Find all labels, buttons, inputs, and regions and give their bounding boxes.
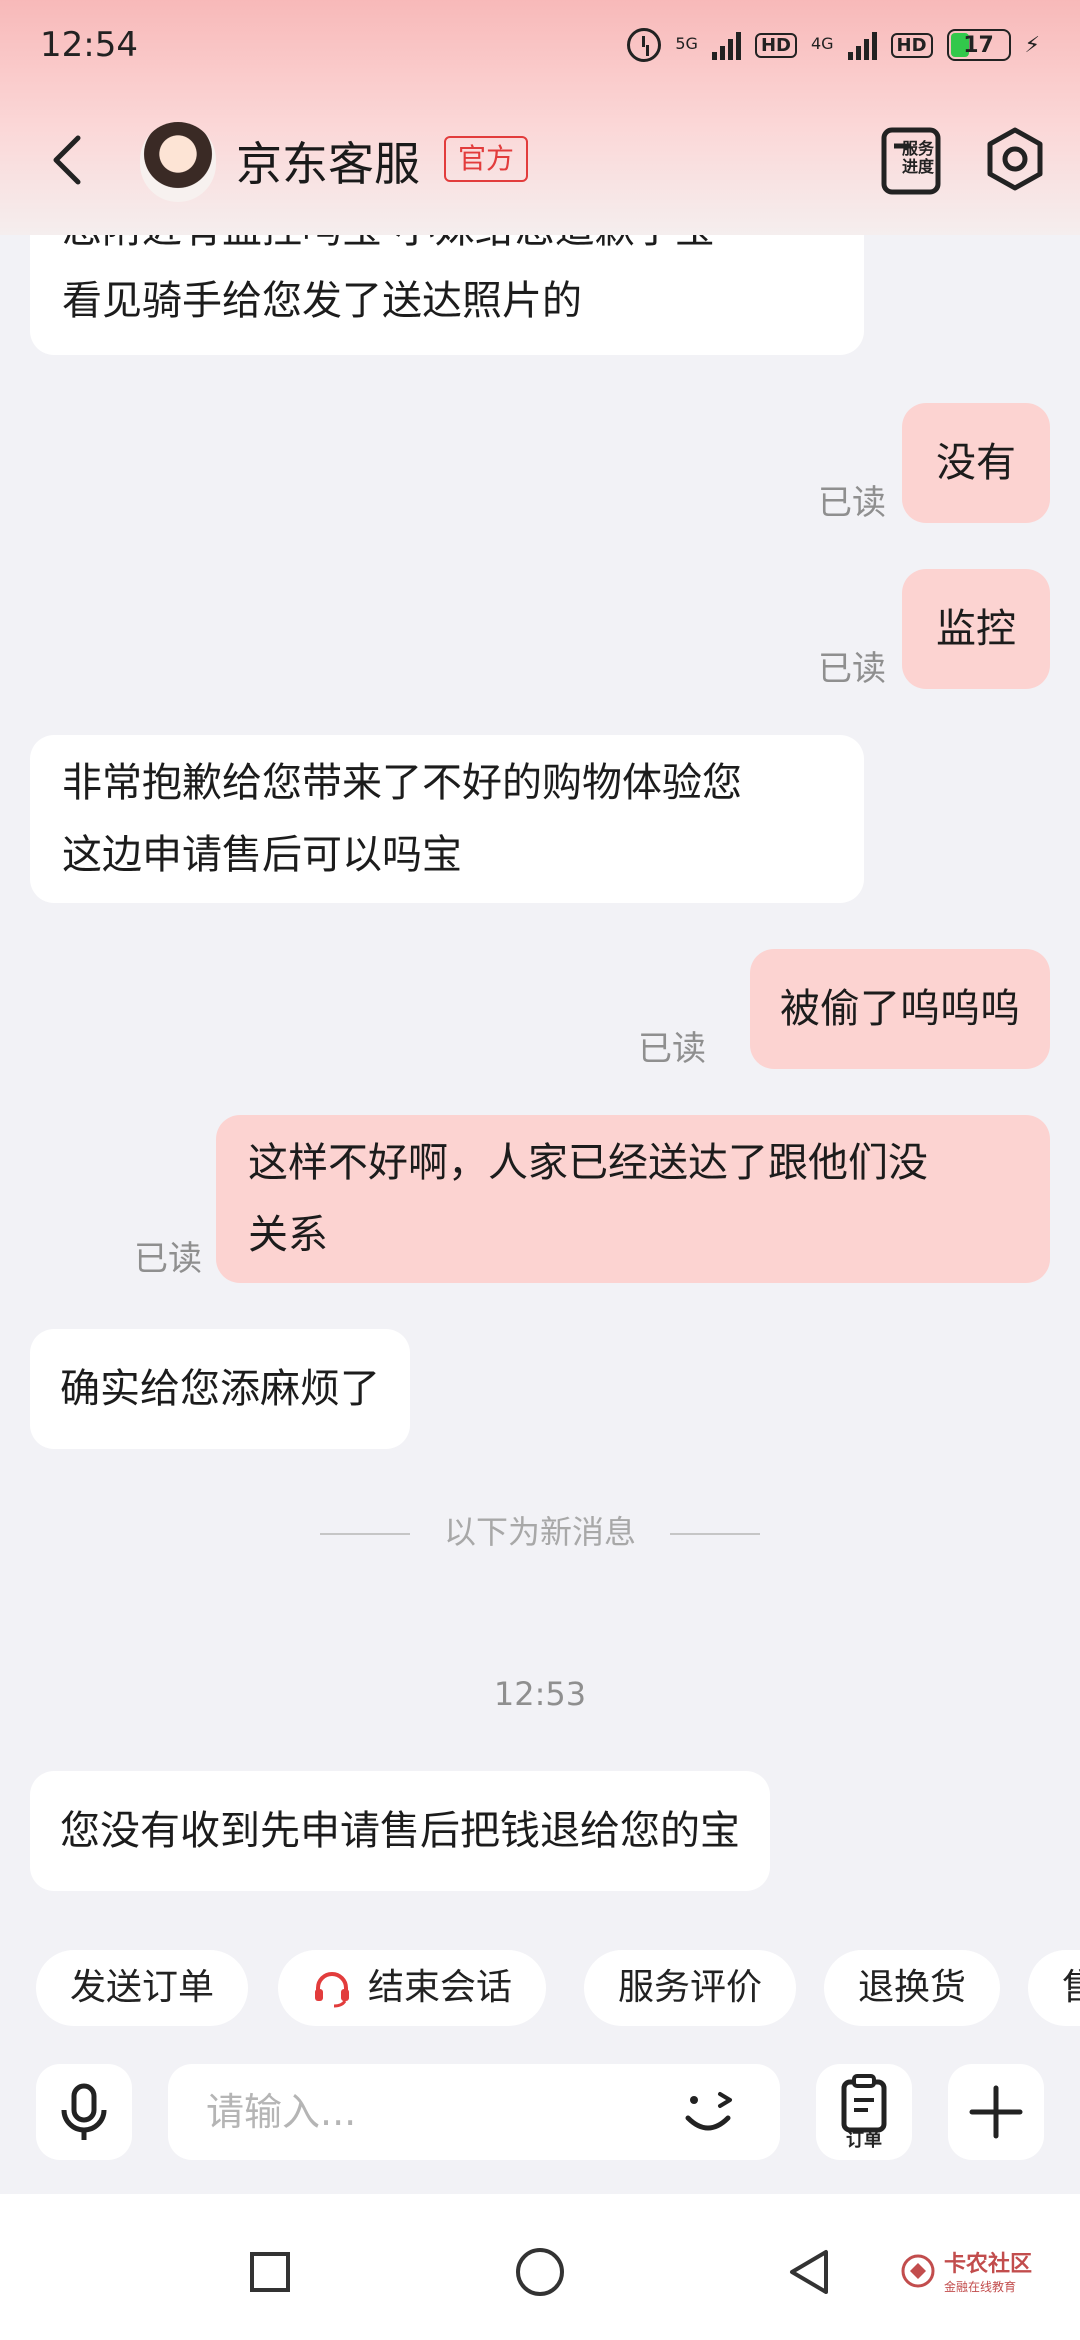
network-label-4g: 4G <box>810 34 834 53</box>
read-receipt: 已读 <box>134 1239 202 1279</box>
system-navigation-bar: 卡农社区 金融在线教育 <box>0 2194 1080 2340</box>
watermark: 卡农社区 金融在线教育 <box>900 2246 1032 2295</box>
charging-icon: ⚡ <box>1024 32 1040 58</box>
message-incoming[interactable]: 确实给您添麻烦了 <box>30 1329 410 1449</box>
quick-action-more[interactable]: 售 <box>1028 1950 1080 2026</box>
battery-level: 17 <box>963 32 994 58</box>
quick-action-send-order[interactable]: 发送订单 <box>36 1950 249 2026</box>
message-text: 确实给您添麻烦了 <box>60 1366 380 1412</box>
agent-avatar[interactable] <box>140 122 216 202</box>
chip-label: 结束会话 <box>368 1967 513 2008</box>
circle-icon <box>516 2248 564 2296</box>
settings-icon <box>987 127 1043 191</box>
square-icon <box>250 2252 290 2292</box>
read-receipt: 已读 <box>638 1029 706 1069</box>
message-incoming[interactable]: 您没有收到先申请售后把钱退给您的宝 <box>30 1771 770 1891</box>
message-outgoing[interactable]: 这样不好啊，人家已经送达了跟他们没 关系 <box>216 1115 1050 1283</box>
back-arrow-icon <box>53 135 81 185</box>
message-text: 没有 <box>936 440 1016 486</box>
quick-action-service-review[interactable]: 服务评价 <box>584 1950 797 2026</box>
divider-line <box>319 1533 410 1535</box>
message-text: 监控 <box>936 606 1016 652</box>
home-button[interactable] <box>510 2242 570 2302</box>
message-timestamp: 12:53 <box>493 1675 587 1713</box>
message-line: 您附近有监控吗宝 小妹给您道歉了宝 <box>62 235 832 265</box>
service-progress-label: 服务 进度 <box>902 139 935 176</box>
divider-line <box>670 1533 760 1535</box>
watermark-title: 卡农社区 <box>944 2252 1033 2277</box>
watermark-subtitle: 金融在线教育 <box>944 2280 1017 2294</box>
back-button[interactable] <box>40 130 100 190</box>
chip-label: 售 <box>1062 1950 1080 2026</box>
message-outgoing[interactable]: 监控 <box>902 569 1050 689</box>
triangle-back-icon <box>790 2250 828 2294</box>
chat-title: 京东客服 <box>236 137 420 191</box>
back-nav-button[interactable] <box>780 2242 840 2302</box>
status-icons: 5G HD 4G HD 17 ⚡ <box>627 28 1040 62</box>
read-receipt: 已读 <box>818 483 886 523</box>
plus-icon <box>969 2085 1023 2139</box>
divider-text: 以下为新消息 <box>443 1513 636 1551</box>
more-button[interactable] <box>948 2064 1044 2160</box>
network-label-5g: 5G <box>675 34 698 53</box>
hd-badge: HD <box>890 32 933 58</box>
voice-button[interactable] <box>36 2064 132 2160</box>
battery-icon: 17 <box>946 29 1011 61</box>
alarm-icon <box>627 28 662 62</box>
settings-button[interactable] <box>982 126 1048 192</box>
chip-label: 退换货 <box>858 1967 967 2008</box>
message-text: 您没有收到先申请售后把钱退给您的宝 <box>60 1808 740 1854</box>
watermark-logo-icon <box>901 2254 935 2287</box>
quick-actions-bar[interactable]: 发送订单 结束会话 服务评价 退换货 售 <box>0 1950 1080 2026</box>
input-bar: 订单 <box>0 2050 1080 2180</box>
order-button[interactable]: 订单 <box>816 2064 912 2160</box>
emoji-icon <box>685 2092 732 2131</box>
quick-action-end-session[interactable]: 结束会话 <box>278 1950 547 2026</box>
chat-messages[interactable]: 您附近有监控吗宝 小妹给您道歉了宝 看见骑手给您发了送达照片的 已读 没有 已读… <box>0 235 1080 1910</box>
signal-icon <box>847 30 877 60</box>
message-text: 被偷了呜呜呜 <box>780 986 1020 1032</box>
recent-apps-button[interactable] <box>240 2242 300 2302</box>
message-line: 看见骑手给您发了送达照片的 <box>62 278 582 324</box>
message-incoming[interactable]: 您附近有监控吗宝 小妹给您道歉了宝 看见骑手给您发了送达照片的 <box>30 235 864 355</box>
signal-icon <box>711 30 741 60</box>
official-badge: 官方 <box>444 136 529 182</box>
chip-label: 服务评价 <box>618 1967 763 2008</box>
headset-icon <box>315 1972 349 2008</box>
message-line: 这边申请售后可以吗宝 <box>62 832 462 878</box>
quick-action-return-exchange[interactable]: 退换货 <box>824 1950 1001 2026</box>
message-outgoing[interactable]: 被偷了呜呜呜 <box>750 949 1050 1069</box>
chat-header: 京东客服 官方 服务 进度 <box>0 100 1080 230</box>
hd-badge: HD <box>754 32 797 58</box>
service-progress-button[interactable]: 服务 进度 <box>880 126 950 196</box>
message-line: 关系 <box>248 1212 328 1258</box>
emoji-button[interactable] <box>680 2086 740 2142</box>
microphone-icon <box>61 2083 107 2140</box>
status-time: 12:54 <box>40 25 138 65</box>
status-bar: 12:54 5G HD 4G HD 17 ⚡ <box>0 0 1080 90</box>
message-outgoing[interactable]: 没有 <box>902 403 1050 523</box>
chip-label: 发送订单 <box>70 1967 215 2008</box>
new-messages-divider: 以下为新消息 <box>0 1507 1080 1553</box>
message-incoming[interactable]: 非常抱歉给您带来了不好的购物体验您 这边申请售后可以吗宝 <box>30 735 864 903</box>
message-line: 非常抱歉给您带来了不好的购物体验您 <box>62 760 742 806</box>
order-label: 订单 <box>846 2130 882 2151</box>
message-line: 这样不好啊，人家已经送达了跟他们没 <box>248 1140 928 1186</box>
read-receipt: 已读 <box>818 649 886 689</box>
